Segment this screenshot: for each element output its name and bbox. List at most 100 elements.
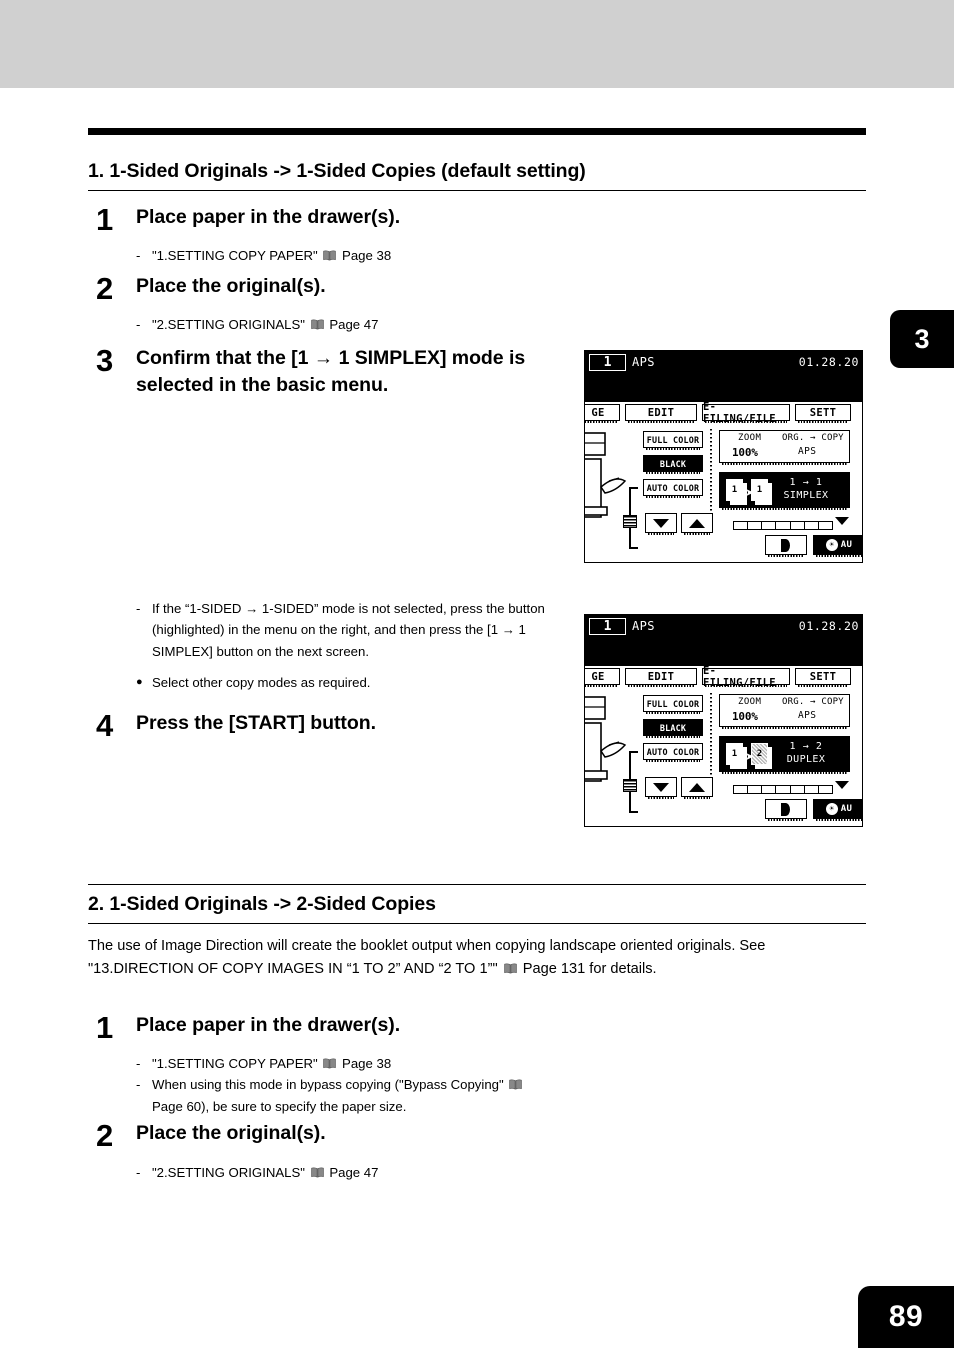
note-text: When using this mode in bypass copying (… [152, 1074, 616, 1117]
note-page-ref: Page 60), be sure to specify the paper s… [152, 1098, 407, 1114]
lcd-button-scroll-up[interactable] [681, 513, 713, 535]
auto-exposure-icon: ☀ [825, 803, 838, 815]
lcd-copy-count: 1 [589, 618, 626, 635]
book-icon [323, 250, 337, 261]
paper-stack-icon [623, 779, 637, 792]
note-page-ref: Page 38 [342, 1056, 392, 1071]
page-number: 89 [888, 1300, 924, 1333]
lcd-button-auto-color[interactable]: AUTO COLOR [643, 479, 703, 498]
lcd-tab-image[interactable]: GE [585, 668, 620, 687]
lcd-button-auto-color[interactable]: AUTO COLOR [643, 743, 703, 762]
note-text: Select other copy modes as required. [152, 675, 371, 691]
note-text: If the “1-SIDED → 1-SIDED” mode is not s… [152, 601, 545, 659]
lcd-button-simplex-duplex-mode[interactable]: 1 ➤ 2 1 → 2 DUPLEX [719, 736, 850, 774]
lcd-button-simplex-duplex-mode[interactable]: 1 ➤ 1 1 → 1 SIMPLEX [719, 472, 850, 510]
lcd-button-contrast[interactable] [765, 799, 807, 821]
paper-stack-icon [623, 515, 637, 528]
chevron-down-icon [653, 518, 669, 528]
note-dash: - [136, 1056, 141, 1071]
note-item: - When using this mode in bypass copying… [136, 1074, 616, 1117]
lcd-tab-edit[interactable]: EDIT [625, 404, 697, 423]
lcd-exposure-scale[interactable] [733, 521, 833, 530]
step-title: Press the [START] button. [136, 712, 376, 734]
lcd-button-black[interactable]: BLACK [643, 455, 703, 474]
step-title: Place paper in the drawer(s). [136, 1014, 401, 1036]
note-item: - If the “1-SIDED → 1-SIDED” mode is not… [136, 598, 571, 662]
book-icon [503, 963, 517, 974]
step-number: 1 [96, 202, 114, 237]
step-title: Place the original(s). [136, 275, 326, 297]
lcd-zoom-paper-display[interactable]: ZOOM 100% ORG. → COPY APS [719, 694, 850, 729]
section-1-step-3-notes: - If the “1-SIDED → 1-SIDED” mode is not… [136, 598, 571, 694]
lcd-button-scroll-down[interactable] [645, 777, 677, 799]
lcd-auto-exposure-label: AU [840, 540, 853, 550]
note-dash: - [136, 1077, 141, 1093]
paragraph-line-2-ref: Page 131 for details. [522, 960, 657, 977]
lcd-button-black[interactable]: BLACK [643, 719, 703, 738]
chevron-up-icon [689, 518, 705, 528]
auto-exposure-icon: ☀ [825, 539, 838, 551]
lcd-status-bar: 1 APS 01.28.20 [585, 615, 862, 666]
lcd-tab-efiling-file[interactable]: E-FILING/FILE [702, 401, 790, 425]
section-2-heading-block: 2. 1-Sided Originals -> 2-Sided Copies [88, 884, 866, 924]
note-item: ● Select other copy modes as required. [136, 672, 571, 693]
note-item: - "2.SETTING ORIGINALS" Page 47 [136, 1162, 576, 1183]
lcd-button-full-color[interactable]: FULL COLOR [643, 695, 703, 714]
book-icon [310, 1167, 324, 1178]
lcd-screenshot-duplex: 1 APS 01.28.20 GE EDIT E-FILING/FILE SET… [584, 614, 863, 827]
note-bullet: ● [136, 676, 143, 689]
lcd-exposure-scale[interactable] [733, 785, 833, 794]
book-icon [509, 1079, 523, 1090]
note-text: "1.SETTING COPY PAPER" Page 38 [152, 245, 576, 266]
section-2-step-2: 2 Place the original(s). [96, 1120, 566, 1151]
section-2-title: 2. 1-Sided Originals -> 2-Sided Copies [88, 884, 866, 924]
lcd-button-full-color[interactable]: FULL COLOR [643, 431, 703, 450]
step-number: 2 [96, 1118, 114, 1153]
step-title-line-2: selected in the basic menu. [136, 373, 389, 396]
lcd-body: FULL COLOR BLACK AUTO COLOR ZOOM 100% OR… [585, 689, 862, 826]
note-ref-title: When using this mode in bypass copying (… [152, 1077, 504, 1093]
chapter-tab-marker: 3 [890, 310, 954, 368]
lcd-org-copy-label: ORG. → COPY [782, 433, 844, 443]
lcd-button-auto-exposure[interactable]: ☀ AU [813, 799, 862, 821]
lcd-zoom-value: 100% [732, 446, 758, 459]
lcd-zoom-label: ZOOM [738, 697, 762, 707]
section-1-step-2: 2 Place the original(s). [96, 273, 566, 304]
lcd-copy-count: 1 [589, 354, 626, 371]
lcd-button-scroll-down[interactable] [645, 513, 677, 535]
lcd-mode-label-line-2: DUPLEX [786, 754, 826, 765]
step-number: 4 [96, 708, 114, 743]
lcd-screenshot-simplex: 1 APS 01.28.20 GE EDIT E-FILING/FILE SET… [584, 350, 863, 563]
lcd-paper-mode-label: APS [632, 619, 655, 633]
step-number: 2 [96, 271, 114, 306]
lcd-exposure-pointer-icon [835, 517, 849, 525]
chevron-down-icon [653, 782, 669, 792]
lcd-tab-bar: GE EDIT E-FILING/FILE SETT [585, 665, 862, 689]
note-dash: - [136, 601, 141, 616]
note-ref-title: "2.SETTING ORIGINALS" [152, 1165, 305, 1180]
lcd-zoom-paper-display[interactable]: ZOOM 100% ORG. → COPY APS [719, 430, 850, 465]
note-page-ref: Page 47 [329, 1165, 379, 1180]
page-number-tab: 89 [858, 1286, 954, 1348]
step-title: Confirm that the [1 → 1 SIMPLEX] mode is… [136, 345, 566, 399]
lcd-tab-settings[interactable]: SETT [795, 404, 851, 423]
note-item: - "2.SETTING ORIGINALS" Page 47 [136, 314, 576, 335]
lcd-button-scroll-up[interactable] [681, 777, 713, 799]
page-top-gray-band [0, 0, 954, 88]
section-2-step-1: 1 Place paper in the drawer(s). [96, 1012, 566, 1043]
lcd-auto-exposure-label: AU [840, 804, 853, 814]
lcd-mode-label-line-1: 1 → 2 [789, 741, 823, 752]
paragraph-line-1: The use of Image Direction will create t… [88, 938, 766, 954]
source-sheet-icon: 1 [726, 743, 743, 765]
lcd-tab-edit[interactable]: EDIT [625, 668, 697, 687]
lcd-tab-image[interactable]: GE [585, 404, 620, 423]
lcd-tab-efiling-file[interactable]: E-FILING/FILE [702, 665, 790, 689]
section-1-step-1: 1 Place paper in the drawer(s). [96, 204, 566, 235]
lcd-org-copy-value: APS [798, 446, 817, 457]
lcd-button-auto-exposure[interactable]: ☀ AU [813, 535, 862, 557]
section-1-step-2-notes: - "2.SETTING ORIGINALS" Page 47 [136, 314, 576, 335]
lcd-button-contrast[interactable] [765, 535, 807, 557]
dest-sheet-icon: 1 [751, 479, 768, 501]
chevron-up-icon [689, 782, 705, 792]
lcd-tab-settings[interactable]: SETT [795, 668, 851, 687]
